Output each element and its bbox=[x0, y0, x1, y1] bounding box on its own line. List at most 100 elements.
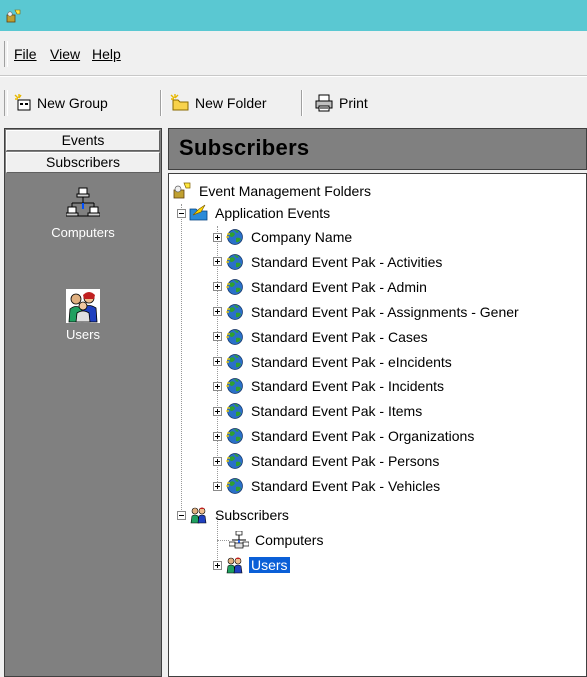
globe-icon bbox=[226, 353, 243, 370]
tree-event-pak-label: Standard Event Pak - Organizations bbox=[251, 428, 475, 445]
new-group-button[interactable]: New Group bbox=[14, 89, 108, 117]
expand-icon[interactable] bbox=[213, 282, 222, 292]
menu-help[interactable]: Help bbox=[92, 46, 121, 62]
expand-icon[interactable] bbox=[213, 481, 222, 491]
pane-caption: Subscribers bbox=[168, 128, 587, 170]
globe-icon bbox=[226, 403, 243, 420]
tree-event-pak[interactable]: Standard Event Pak - Organizations bbox=[213, 425, 476, 447]
menu-grip[interactable] bbox=[4, 41, 8, 67]
tree-subscribers-label: Subscribers bbox=[215, 507, 289, 523]
tree-application-events[interactable]: Application Events bbox=[177, 202, 332, 224]
expand-icon[interactable] bbox=[213, 406, 222, 416]
globe-icon bbox=[226, 428, 243, 445]
tree-application-events-label: Application Events bbox=[215, 205, 331, 221]
title-bar[interactable] bbox=[0, 0, 587, 31]
tree-subscribers[interactable]: Subscribers bbox=[177, 504, 291, 526]
tree-event-pak-label: Standard Event Pak - Incidents bbox=[251, 378, 444, 395]
expand-icon[interactable] bbox=[213, 332, 222, 342]
tree-view[interactable]: Event Management Folders Application Eve… bbox=[168, 173, 587, 677]
tree-event-pak[interactable]: Standard Event Pak - Activities bbox=[213, 251, 444, 273]
tree-event-pak-label: Standard Event Pak - Admin bbox=[251, 278, 427, 295]
tree-event-pak-label: Standard Event Pak - eIncidents bbox=[251, 353, 452, 370]
users-icon bbox=[226, 557, 243, 574]
new-folder-button[interactable]: New Folder bbox=[170, 89, 267, 117]
globe-icon bbox=[226, 478, 243, 494]
new-group-icon bbox=[14, 94, 31, 111]
tree-event-pak[interactable]: Standard Event Pak - Incidents bbox=[213, 375, 446, 397]
tree-event-pak[interactable]: Standard Event Pak - Admin bbox=[213, 276, 429, 298]
expand-icon[interactable] bbox=[213, 307, 222, 317]
tree-users-label: Users bbox=[248, 556, 291, 574]
tree-event-pak[interactable]: Standard Event Pak - Vehicles bbox=[213, 475, 442, 497]
tab-subscribers[interactable]: Subscribers bbox=[6, 152, 160, 173]
new-folder-label: New Folder bbox=[195, 95, 267, 111]
collapse-icon[interactable] bbox=[177, 208, 186, 218]
globe-icon bbox=[226, 453, 243, 469]
globe-icon bbox=[226, 303, 243, 320]
menu-file[interactable]: File bbox=[14, 46, 37, 62]
tree-event-pak[interactable]: Standard Event Pak - Items bbox=[213, 400, 424, 422]
toolbar-grip[interactable] bbox=[4, 90, 8, 116]
print-label-text: Print bbox=[339, 95, 368, 111]
toolbar-separator-2 bbox=[301, 90, 303, 116]
expand-icon[interactable] bbox=[213, 381, 222, 391]
menu-view-label: View bbox=[50, 46, 81, 62]
shortcut-users-label: Users bbox=[66, 327, 100, 342]
menu-bar: File View Help bbox=[0, 38, 587, 72]
shortcut-users[interactable]: Users bbox=[5, 289, 161, 342]
shortcut-computers-label: Computers bbox=[51, 225, 115, 240]
tree-event-pak-label: Company Name bbox=[251, 229, 353, 245]
tab-events[interactable]: Events bbox=[6, 130, 160, 151]
print-label: Print bbox=[339, 95, 368, 111]
tree-event-pak-label: Standard Event Pak - Persons bbox=[251, 453, 440, 470]
print-button[interactable]: Print bbox=[314, 89, 368, 117]
shortcut-computers[interactable]: Computers bbox=[5, 187, 161, 240]
globe-icon bbox=[226, 254, 243, 270]
expand-icon[interactable] bbox=[213, 560, 222, 570]
expand-icon[interactable] bbox=[213, 456, 222, 466]
globe-icon bbox=[226, 278, 243, 295]
tree-event-pak-label: Standard Event Pak - Assignments - Gener bbox=[251, 303, 519, 320]
expand-icon[interactable] bbox=[213, 431, 222, 441]
pane-title: Subscribers bbox=[179, 135, 310, 160]
users-icon bbox=[66, 289, 100, 323]
expand-icon[interactable] bbox=[213, 257, 222, 267]
computers-icon bbox=[229, 531, 249, 549]
application-events-folder-icon bbox=[189, 204, 208, 221]
app-icon bbox=[6, 9, 21, 23]
expand-icon[interactable] bbox=[213, 357, 222, 366]
menu-view[interactable]: View bbox=[50, 46, 80, 62]
tree-event-pak[interactable]: Company Name bbox=[213, 226, 354, 248]
tree-event-pak[interactable]: Standard Event Pak - Persons bbox=[213, 450, 441, 472]
menu-file-label: File bbox=[14, 46, 37, 62]
tree-root[interactable]: Event Management Folders bbox=[173, 180, 373, 202]
menu-help-label: Help bbox=[92, 46, 121, 62]
tree-computers[interactable]: Computers bbox=[229, 529, 325, 551]
toolbar-separator bbox=[160, 90, 162, 116]
globe-icon bbox=[226, 328, 243, 345]
collapse-icon[interactable] bbox=[177, 510, 186, 520]
menu-separator bbox=[0, 75, 587, 77]
main-pane: Subscribers Event Management Folders App… bbox=[168, 128, 587, 677]
tree-event-pak-label: Standard Event Pak - Cases bbox=[251, 328, 428, 345]
shortcut-bar: Events Subscribers Computers Users bbox=[4, 128, 162, 677]
tree-line bbox=[181, 204, 182, 516]
computers-network-icon bbox=[66, 187, 100, 217]
tree-event-pak[interactable]: Standard Event Pak - Cases bbox=[213, 326, 430, 348]
subscribers-icon bbox=[190, 507, 207, 524]
toolbar: New Group New Folder Print bbox=[0, 84, 587, 124]
tree-line bbox=[217, 540, 229, 541]
tree-event-pak-label: Standard Event Pak - Activities bbox=[251, 253, 443, 270]
globe-icon bbox=[226, 378, 243, 395]
tree-event-pak[interactable]: Standard Event Pak - eIncidents bbox=[213, 351, 454, 373]
tree-computers-label: Computers bbox=[255, 532, 324, 548]
tree-event-pak[interactable]: Standard Event Pak - Assignments - Gener bbox=[213, 301, 521, 323]
new-folder-icon bbox=[170, 94, 189, 111]
tree-event-pak-label: Standard Event Pak - Vehicles bbox=[251, 478, 441, 494]
tree-users[interactable]: Users bbox=[213, 554, 291, 576]
expand-icon[interactable] bbox=[213, 232, 222, 242]
tree-root-label: Event Management Folders bbox=[199, 183, 371, 199]
printer-icon bbox=[315, 94, 333, 112]
globe-icon bbox=[226, 229, 243, 245]
tree-event-pak-label: Standard Event Pak - Items bbox=[251, 403, 423, 420]
